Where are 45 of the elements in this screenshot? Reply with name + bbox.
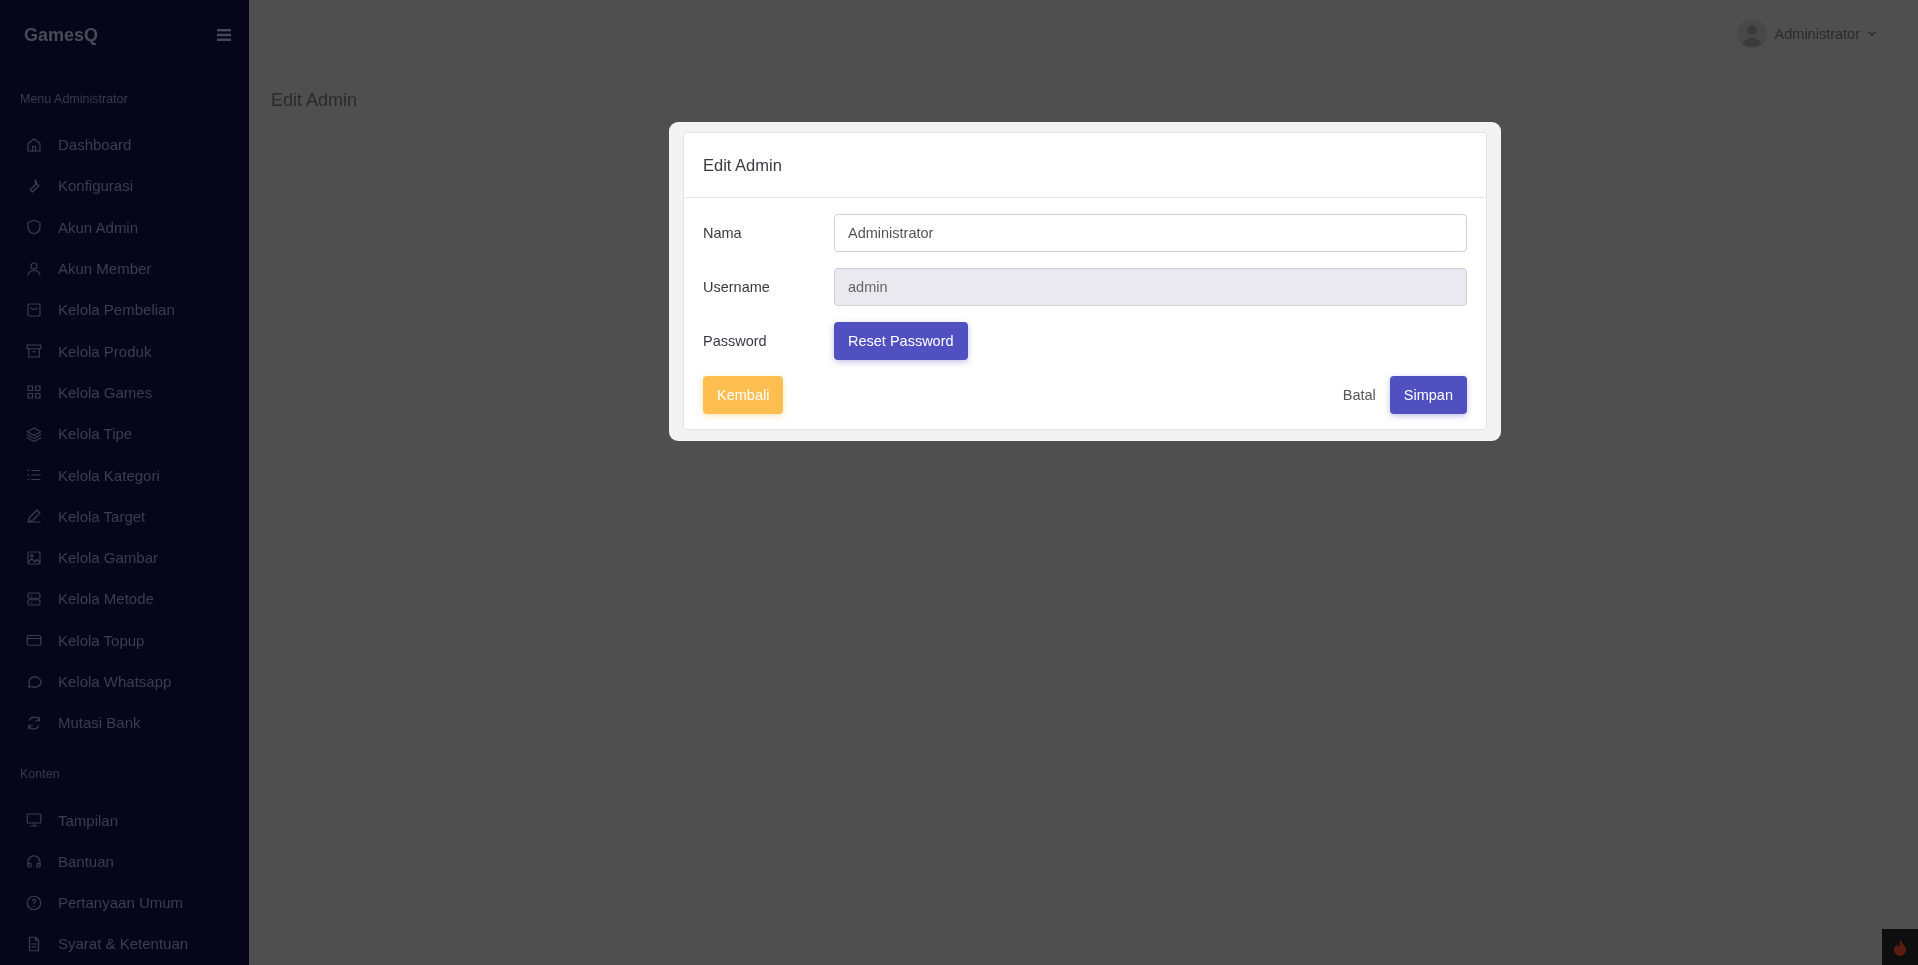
sidebar-item[interactable]: Akun Admin [20,206,249,248]
menu-icon[interactable] [217,29,231,41]
bag-icon [25,300,43,319]
server-icon [25,589,43,608]
sidebar-item[interactable]: Akun Member [20,247,249,290]
cancel-link[interactable]: Batal [1342,387,1376,403]
sidebar-item[interactable]: Kelola Tipe [20,413,249,455]
sidebar-item[interactable]: Konfigurasi [20,165,249,207]
sidebar-item[interactable]: Syarat & Ketentuan [20,923,249,965]
save-button[interactable]: Simpan [1389,376,1467,414]
sidebar-item[interactable]: Kelola Metode [20,578,249,620]
sidebar-item[interactable]: Dashboard [20,124,249,166]
pencil-icon [25,507,43,526]
monitor-icon [25,811,43,830]
image-icon [25,548,43,567]
grid-icon [25,383,43,402]
user-icon [25,259,43,278]
field-label: Nama [703,225,743,241]
sidebar-item[interactable]: Kelola Whatsapp [20,660,249,703]
sidebar-item[interactable]: Mutasi Bank [20,702,249,744]
brand-logo: GamesQ [24,24,99,46]
debug-toolbar-button[interactable] [1882,929,1918,965]
refresh-icon [25,713,43,732]
sidebar-item[interactable]: Kelola Produk [20,330,249,372]
headphones-icon [25,852,43,871]
help-icon [25,893,43,912]
sidebar-item[interactable]: Kelola Gambar [20,536,249,579]
sidebar-item[interactable]: Kelola Target [20,495,249,537]
flame-icon [1893,938,1907,956]
text-field[interactable]: Administrator [834,214,1467,252]
field-label: Password [703,333,768,349]
sidebar-item[interactable]: Tampilan [20,799,249,841]
archive-icon [25,342,43,361]
sidebar-item[interactable]: Pertanyaan Umum [20,882,249,924]
back-button[interactable]: Kembali [703,376,784,414]
sidebar-item[interactable]: Kelola Kategori [20,454,249,496]
shield-icon [25,218,43,237]
sidebar-item[interactable]: Kelola Games [20,371,249,414]
sidebar-item[interactable]: Kelola Topup [20,619,249,661]
sidebar-item[interactable]: Bantuan [20,840,249,883]
sidebar-item[interactable]: Kelola Pembelian [20,289,249,331]
modal-title: Edit Admin [703,155,782,175]
chevron-down-icon[interactable] [1868,31,1876,37]
field-label: Username [703,279,771,295]
reset-password-button[interactable]: Reset Password [834,322,968,360]
